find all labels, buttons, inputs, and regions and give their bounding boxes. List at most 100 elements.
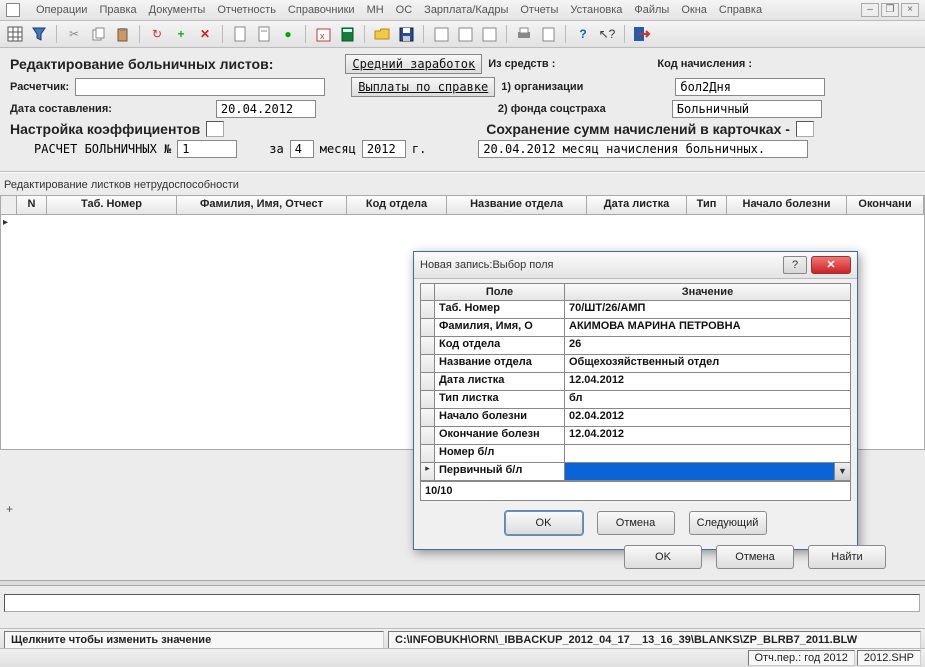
year-field[interactable]: 2012 [362,140,406,158]
month-line-field[interactable]: 20.04.2012 месяц начисления больничных. [478,140,808,158]
save-icon[interactable] [397,25,415,43]
pointer-help-icon[interactable]: ↖? [598,25,616,43]
dlg-field: Первичный б/л [435,463,565,480]
save-sums-button[interactable] [796,121,814,137]
delete-icon[interactable]: ✕ [196,25,214,43]
main-ok-button[interactable]: OK [624,545,702,569]
dlg-value[interactable]: 12.04.2012 [565,427,850,444]
preview-icon[interactable] [539,25,557,43]
col-kod[interactable]: Код отдела [347,196,447,214]
menu-item[interactable]: МН [367,4,384,16]
close-icon[interactable]: × [901,3,919,17]
main-find-button[interactable]: Найти [808,545,886,569]
dialog-cancel-button[interactable]: Отмена [597,511,675,535]
menu-item[interactable]: Справка [719,4,762,16]
dropdown-icon[interactable]: ▼ [834,463,850,480]
help-icon[interactable]: ? [574,25,592,43]
coef-button[interactable] [206,121,224,137]
raschetchik-field[interactable] [75,78,325,96]
kod-nach-field[interactable]: бол2Дня [675,78,825,96]
dlg-field: Тип листка [435,391,565,408]
dlg-value[interactable]: Общехозяйственный отдел [565,355,850,372]
dlg-col-field: Поле [435,284,565,300]
col-tip[interactable]: Тип [687,196,727,214]
grid-icon[interactable] [6,25,24,43]
menu-item[interactable]: Справочники [288,4,355,16]
menu-item[interactable]: Отчетность [217,4,276,16]
fond2-label: 2) фонда соцстраха [498,103,606,115]
main-cancel-button[interactable]: Отмена [716,545,794,569]
splitter[interactable] [0,580,925,586]
exit-icon[interactable] [633,25,651,43]
open-icon[interactable] [373,25,391,43]
dlg-field: Фамилия, Имя, О [435,319,565,336]
paste-icon[interactable] [113,25,131,43]
dlg-value[interactable]: АКИМОВА МАРИНА ПЕТРОВНА [565,319,850,336]
dlg-field: Дата листка [435,373,565,390]
menu-item[interactable]: ОС [396,4,413,16]
dlg-col-value: Значение [565,284,850,300]
menu-item[interactable]: Зарплата/Кадры [424,4,508,16]
restore-icon[interactable]: ❐ [881,3,899,17]
col-dat[interactable]: Дата листка [587,196,687,214]
col-tab[interactable]: Таб. Номер [47,196,177,214]
filter-icon[interactable] [30,25,48,43]
menu-item[interactable]: Окна [681,4,707,16]
dlg-input[interactable]: 10/10 [421,481,850,500]
add-icon[interactable]: + [172,25,190,43]
org-field[interactable]: Больничный [672,100,822,118]
dialog-next-button[interactable]: Следующий [689,511,767,535]
doc2-icon[interactable] [255,25,273,43]
dlg-value[interactable]: 26 [565,337,850,354]
menu-item[interactable]: Файлы [634,4,669,16]
col-nb[interactable]: Начало болезни [727,196,847,214]
raschet-no-field[interactable]: 1 [177,140,237,158]
dlg-value[interactable]: ▼ [565,463,850,480]
menu-item[interactable]: Отчеты [520,4,558,16]
dlg-value[interactable] [565,445,850,462]
col-ok[interactable]: Окончани [847,196,924,214]
doc-icon[interactable] [231,25,249,43]
add-row-icon[interactable]: + [6,502,13,516]
refresh-icon[interactable]: ↻ [148,25,166,43]
excel-icon[interactable]: x [314,25,332,43]
dlg-value[interactable]: 12.04.2012 [565,373,850,390]
menu-item[interactable]: Операции [36,4,87,16]
calc-icon[interactable] [338,25,356,43]
dlg-value[interactable]: бл [565,391,850,408]
copy-icon[interactable] [89,25,107,43]
dialog-close-icon[interactable]: ✕ [811,256,851,274]
table1-icon[interactable] [432,25,450,43]
data-sost-field[interactable]: 20.04.2012 [216,100,316,118]
dlg-selected-row[interactable]: Первичный б/л ▼ [421,463,850,481]
blank-area [4,594,920,612]
cut-icon[interactable]: ✂ [65,25,83,43]
toolbar: ✂ ↻ + ✕ ● x ? ↖? [0,21,925,48]
month-field[interactable]: 4 [290,140,314,158]
print-icon[interactable] [515,25,533,43]
dlg-value[interactable]: 02.04.2012 [565,409,850,426]
iz-sredstv-label: Из средств : [488,58,555,70]
play-icon[interactable]: ● [279,25,297,43]
dialog-help-icon[interactable]: ? [783,256,807,274]
col-fio[interactable]: Фамилия, Имя, Отчест [177,196,347,214]
col-naz[interactable]: Название отдела [447,196,587,214]
grid-header: N Таб. Номер Фамилия, Имя, Отчест Код от… [0,195,925,215]
table2-icon[interactable] [456,25,474,43]
raschet-label: РАСЧЕТ БОЛЬНИЧНЫХ № [34,142,171,156]
vyplaty-button[interactable]: Выплаты по справке [351,77,495,97]
col-n[interactable]: N [17,196,47,214]
status-bar-2: Отч.пер.: год 2012 2012.SHP [0,648,925,667]
table3-icon[interactable] [480,25,498,43]
grid-title: Редактирование листков нетрудоспособност… [0,172,925,195]
svg-text:x: x [320,31,325,41]
avg-earnings-button[interactable]: Средний заработок [345,54,482,74]
minimize-icon[interactable]: – [861,3,879,17]
row-marker-icon: ▸ [3,217,8,228]
menu-item[interactable]: Установка [570,4,622,16]
menu-item[interactable]: Правка [99,4,136,16]
menu-item[interactable]: Документы [149,4,206,16]
dialog-ok-button[interactable]: OK [505,511,583,535]
dlg-value[interactable]: 70/ШТ/26/АМП [565,301,850,318]
org1-label: 1) организации [501,81,583,93]
